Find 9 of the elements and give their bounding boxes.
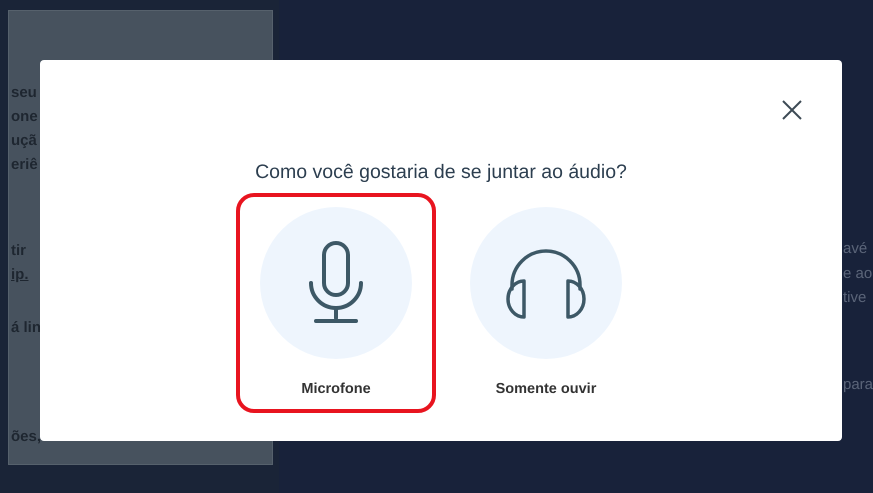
text-fragment: e ao	[843, 264, 873, 284]
text-fragment: para	[843, 374, 873, 394]
text-fragment: tive	[843, 288, 868, 308]
headphones-icon	[504, 247, 588, 320]
dialog-title: Como você gostaria de se juntar ao áudio?	[255, 160, 627, 185]
close-icon[interactable]	[780, 98, 804, 122]
microphone-icon	[308, 241, 364, 326]
text-fragment: avé	[843, 239, 868, 259]
microphone-option[interactable]: Microfone	[236, 193, 436, 414]
